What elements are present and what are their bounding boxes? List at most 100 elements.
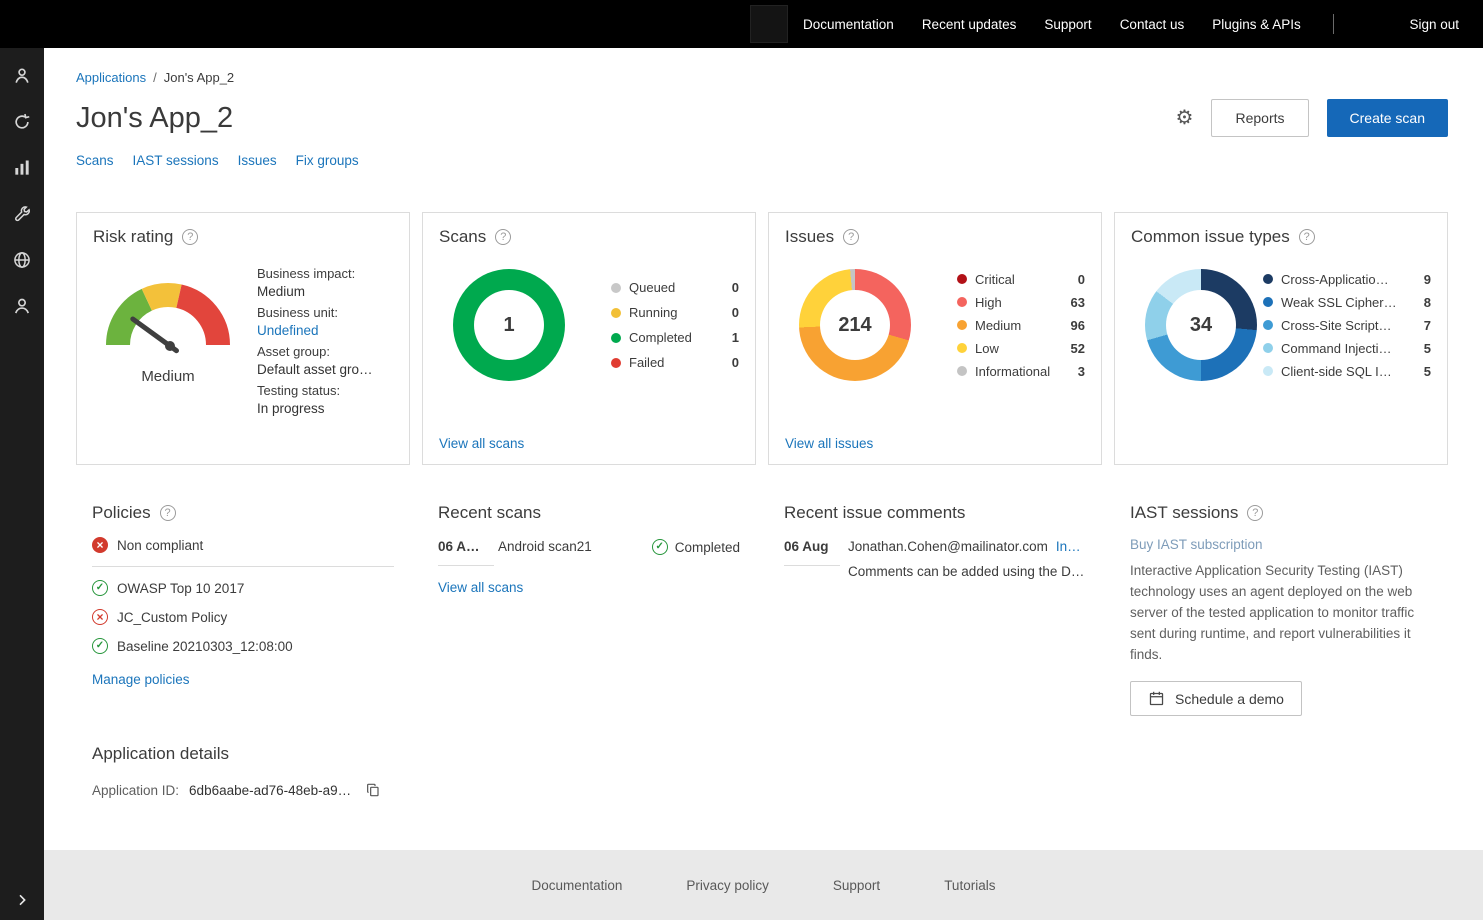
tab-issues[interactable]: Issues — [238, 153, 277, 168]
buy-iast-subscription[interactable]: Buy IAST subscription — [1130, 537, 1432, 552]
legend-bullet — [611, 333, 621, 343]
comment-more-link[interactable]: In… — [1056, 539, 1081, 554]
sidebar-expand-icon[interactable] — [0, 892, 44, 908]
legend-bullet — [957, 297, 967, 307]
application-id-row: Application ID: 6db6aabe-ad76-48eb-a9… — [92, 782, 1432, 798]
business-unit-link[interactable]: Undefined — [257, 323, 319, 338]
field-label: Testing status: — [257, 382, 373, 400]
gauge-value-label: Medium — [93, 368, 243, 385]
create-scan-button[interactable]: Create scan — [1327, 99, 1448, 137]
reports-icon[interactable] — [12, 158, 32, 178]
iast-description: Interactive Application Security Testing… — [1130, 560, 1432, 665]
policy-fail-icon — [92, 609, 108, 625]
footer-support[interactable]: Support — [833, 878, 880, 893]
comment-row: 06 Aug Jonathan.Cohen@mailinator.comIn… … — [784, 539, 1086, 579]
topnav-documentation[interactable]: Documentation — [803, 17, 894, 32]
administration-icon[interactable] — [12, 204, 32, 224]
view-all-issues-link[interactable]: View all issues — [785, 436, 873, 451]
application-window: Documentation Recent updates Support Con… — [0, 0, 1483, 920]
manage-policies-link[interactable]: Manage policies — [92, 672, 190, 687]
comment-text: Comments can be added using the D… — [848, 564, 1084, 579]
view-all-scans-link-2[interactable]: View all scans — [438, 580, 523, 595]
legend-bullet — [1263, 297, 1273, 307]
footer-privacy-policy[interactable]: Privacy policy — [686, 878, 769, 893]
scan-name: Android scan21 — [498, 539, 592, 554]
recent-comments-section: Recent issue comments 06 Aug Jonathan.Co… — [768, 503, 1102, 716]
applications-icon[interactable] — [12, 66, 32, 86]
iast-title: IAST sessions — [1130, 503, 1432, 523]
field-value: In progress — [257, 400, 373, 418]
legend-item: Command Injecti… 5 — [1263, 341, 1431, 356]
help-icon[interactable] — [1247, 505, 1263, 521]
recent-scans-section: Recent scans 06 A… Android scan21 Comple… — [422, 503, 756, 716]
legend-item: Client-side SQL I… 5 — [1263, 364, 1431, 379]
help-icon[interactable] — [1299, 229, 1315, 245]
help-icon[interactable] — [160, 505, 176, 521]
risk-gauge: Medium — [93, 265, 243, 421]
brand-logo[interactable] — [750, 5, 788, 43]
top-nav: Documentation Recent updates Support Con… — [803, 17, 1301, 32]
detail-sections: Policies Non compliant OWASP Top 10 2017… — [76, 503, 1448, 716]
topnav-support[interactable]: Support — [1044, 17, 1091, 32]
breadcrumb: Applications/Jon's App_2 — [76, 70, 1448, 85]
schedule-demo-button[interactable]: Schedule a demo — [1130, 681, 1302, 716]
issues-card: Issues 214 Critical 0 — [768, 212, 1102, 465]
copy-icon[interactable] — [365, 782, 381, 798]
legend-bullet — [957, 366, 967, 376]
help-icon[interactable] — [495, 229, 511, 245]
common-issues-legend: Cross-Applicatio… 9 Weak SSL Cipher… 8 C… — [1263, 272, 1431, 379]
completed-icon — [652, 539, 668, 555]
legend-bullet — [611, 358, 621, 368]
field-value: Medium — [257, 283, 373, 301]
help-icon[interactable] — [843, 229, 859, 245]
scans-legend: Queued 0 Running 0 Completed — [611, 280, 739, 370]
risk-rating-fields: Business impact: Medium Business unit: U… — [257, 265, 373, 421]
legend-item: Low 52 — [957, 341, 1085, 356]
legend-bullet — [957, 343, 967, 353]
compliance-status: Non compliant — [92, 537, 394, 567]
view-all-scans-link[interactable]: View all scans — [439, 436, 524, 451]
risk-rating-card: Risk rating Medium — [76, 212, 410, 465]
sign-out-link[interactable]: Sign out — [1409, 17, 1459, 32]
settings-gear-icon[interactable] — [1176, 108, 1194, 128]
legend-item: Critical 0 — [957, 272, 1085, 287]
topnav-plugins-apis[interactable]: Plugins & APIs — [1212, 17, 1301, 32]
header-actions: Reports Create scan — [1176, 99, 1448, 137]
comment-date: 06 Aug — [784, 539, 840, 566]
legend-item: Informational 3 — [957, 364, 1085, 379]
issues-title: Issues — [785, 227, 1085, 247]
topnav-contact-us[interactable]: Contact us — [1120, 17, 1185, 32]
footer-documentation[interactable]: Documentation — [532, 878, 623, 893]
page-footer: Documentation Privacy policy Support Tut… — [44, 850, 1483, 920]
scan-status: Completed — [652, 539, 740, 555]
legend-bullet — [1263, 343, 1273, 353]
summary-cards: Risk rating Medium — [76, 212, 1448, 465]
legend-bullet — [611, 283, 621, 293]
legend-bullet — [1263, 366, 1273, 376]
common-issue-types-title: Common issue types — [1131, 227, 1431, 247]
issues-legend: Critical 0 High 63 Medium — [957, 272, 1085, 379]
footer-tutorials[interactable]: Tutorials — [944, 878, 995, 893]
scans-icon[interactable] — [12, 112, 32, 132]
policy-pass-icon — [92, 638, 108, 654]
common-issue-types-card: Common issue types 34 Cross-Applicatio… … — [1114, 212, 1448, 465]
help-icon[interactable] — [182, 229, 198, 245]
user-icon[interactable] — [12, 296, 32, 316]
tab-fix-groups[interactable]: Fix groups — [296, 153, 359, 168]
legend-bullet — [957, 320, 967, 330]
legend-item: Running 0 — [611, 305, 739, 320]
breadcrumb-applications-link[interactable]: Applications — [76, 70, 146, 85]
topnav-recent-updates[interactable]: Recent updates — [922, 17, 1017, 32]
calendar-icon — [1148, 690, 1165, 707]
reports-button[interactable]: Reports — [1211, 99, 1308, 137]
topbar-divider — [1333, 14, 1334, 34]
comment-header: Jonathan.Cohen@mailinator.comIn… — [848, 539, 1084, 554]
application-id-label: Application ID: — [92, 783, 179, 798]
field-label: Business unit: — [257, 304, 373, 322]
globe-icon[interactable] — [12, 250, 32, 270]
tab-scans[interactable]: Scans — [76, 153, 114, 168]
tab-iast-sessions[interactable]: IAST sessions — [133, 153, 219, 168]
common-issues-donut-chart: 34 — [1145, 269, 1257, 381]
recent-scans-title: Recent scans — [438, 503, 740, 523]
breadcrumb-current: Jon's App_2 — [164, 70, 234, 85]
